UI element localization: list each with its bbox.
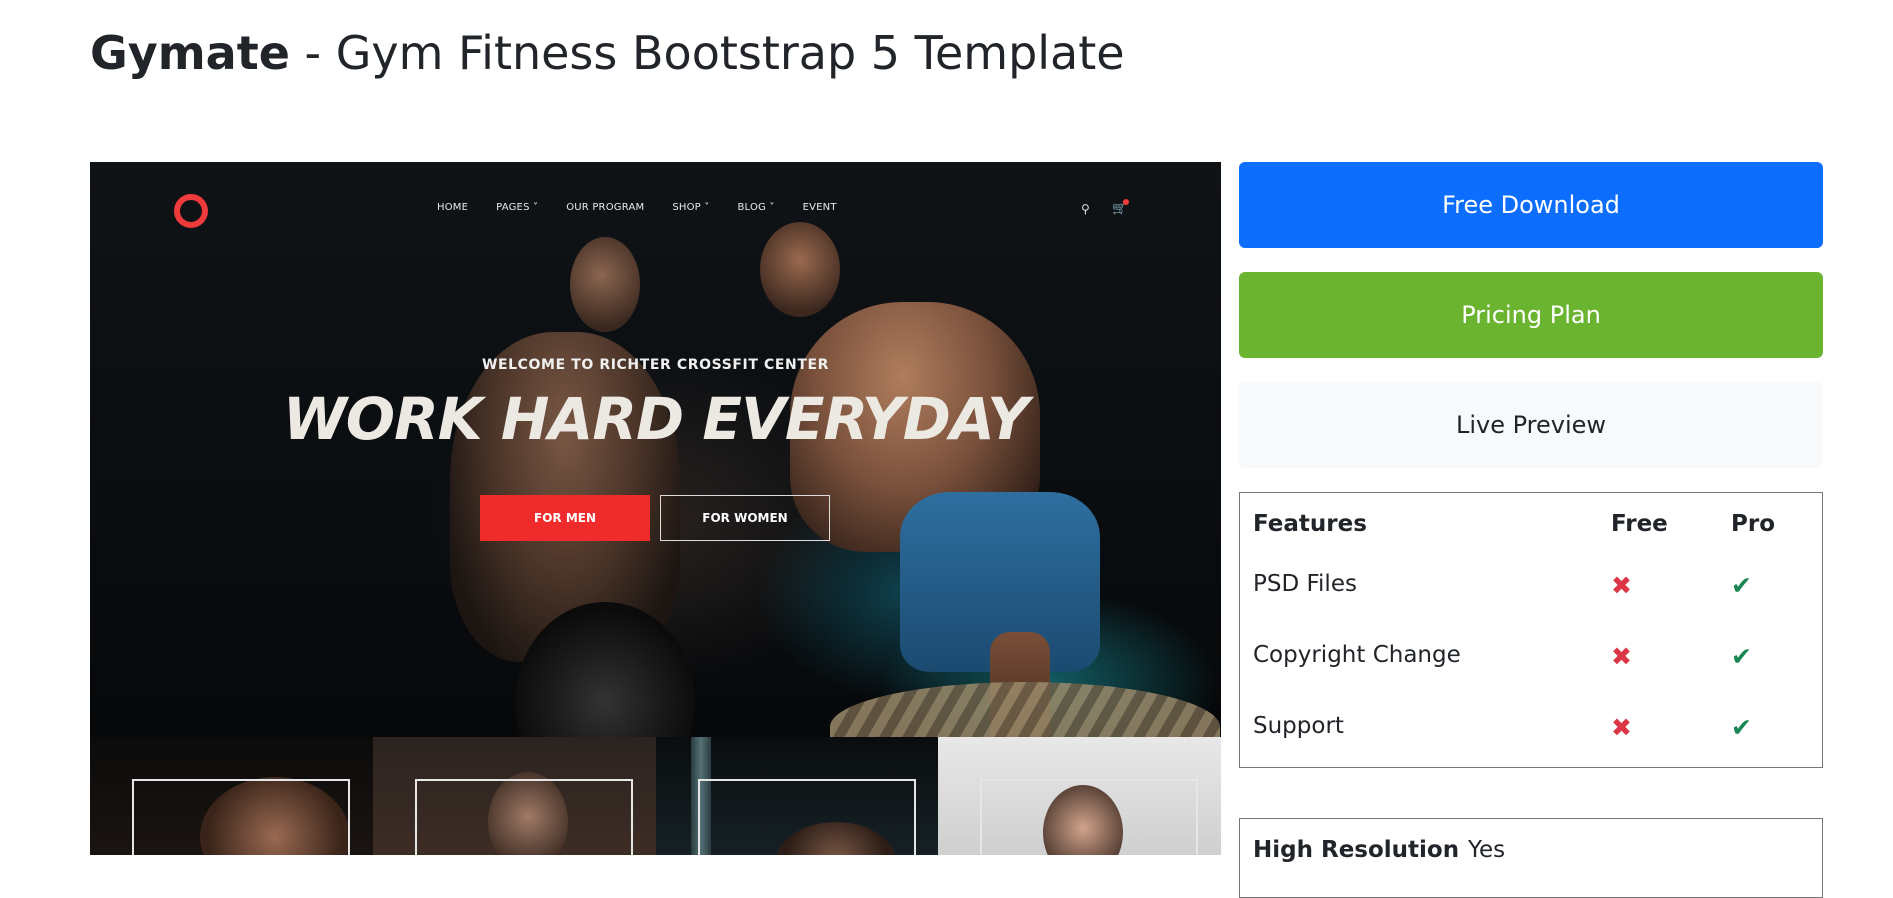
feature-name: Support <box>1253 713 1344 739</box>
program-tile <box>938 737 1221 855</box>
header-features: Features <box>1253 511 1367 537</box>
hero-headline: WORK HARD EVERYDAY <box>282 385 1029 453</box>
free-download-button[interactable]: Free Download <box>1239 162 1823 248</box>
table-row: PSD Files ✖ ✔ <box>1240 553 1822 613</box>
nav-item: SHOP ˅ <box>672 202 710 213</box>
tile-frame <box>980 779 1199 855</box>
tile-frame <box>414 779 633 855</box>
spec-label: High Resolution <box>1253 837 1460 863</box>
nav-item: BLOG ˅ <box>737 202 775 213</box>
page-title: Gymate - Gym Fitness Bootstrap 5 Templat… <box>90 26 1125 80</box>
athlete-left-head <box>570 237 640 332</box>
nav-item: OUR PROGRAM <box>566 202 645 213</box>
program-tile <box>372 737 656 855</box>
cross-icon: ✖ <box>1611 713 1632 742</box>
feature-name: PSD Files <box>1253 571 1357 597</box>
table-row: Copyright Change ✖ ✔ <box>1240 624 1822 684</box>
title-rest: - Gym Fitness Bootstrap 5 Template <box>289 26 1125 80</box>
athlete-right-head <box>760 222 840 317</box>
check-icon: ✔ <box>1731 571 1752 600</box>
nav-item: EVENT <box>802 202 837 213</box>
features-table: Features Free Pro PSD Files ✖ ✔ Copyrigh… <box>1239 492 1823 768</box>
spec-value: Yes <box>1468 837 1506 863</box>
program-tile <box>90 737 373 855</box>
feature-name: Copyright Change <box>1253 642 1461 668</box>
search-icon: ⚲ <box>1081 202 1090 216</box>
specs-table: High Resolution Yes <box>1239 818 1823 898</box>
check-icon: ✔ <box>1731 713 1752 742</box>
cross-icon: ✖ <box>1611 571 1632 600</box>
cross-icon: ✖ <box>1611 642 1632 671</box>
nav-item: HOME <box>437 202 469 213</box>
live-preview-button[interactable]: Live Preview <box>1239 382 1823 468</box>
for-men-button: FOR MEN <box>480 495 650 541</box>
header-free: Free <box>1611 511 1668 537</box>
table-row: Support ✖ ✔ <box>1240 695 1822 755</box>
tile-frame <box>697 779 916 855</box>
header-pro: Pro <box>1731 511 1776 537</box>
pricing-plan-button[interactable]: Pricing Plan <box>1239 272 1823 358</box>
table-header-row: Features Free Pro <box>1240 493 1822 553</box>
preview-nav: HOME PAGES ˅ OUR PROGRAM SHOP ˅ BLOG ˅ E… <box>437 202 865 213</box>
logo-icon <box>174 194 208 228</box>
tile-frame <box>132 779 350 855</box>
program-tile <box>655 737 939 855</box>
program-tiles <box>90 737 1221 855</box>
cart-badge <box>1123 199 1129 205</box>
template-preview-image[interactable]: HOME PAGES ˅ OUR PROGRAM SHOP ˅ BLOG ˅ E… <box>90 162 1221 855</box>
for-women-button: FOR WOMEN <box>660 495 830 541</box>
brand-name: Gymate <box>90 26 290 80</box>
check-icon: ✔ <box>1731 642 1752 671</box>
hero-subtitle: WELCOME TO RICHTER CROSSFIT CENTER <box>481 357 830 373</box>
nav-item: PAGES ˅ <box>496 202 539 213</box>
